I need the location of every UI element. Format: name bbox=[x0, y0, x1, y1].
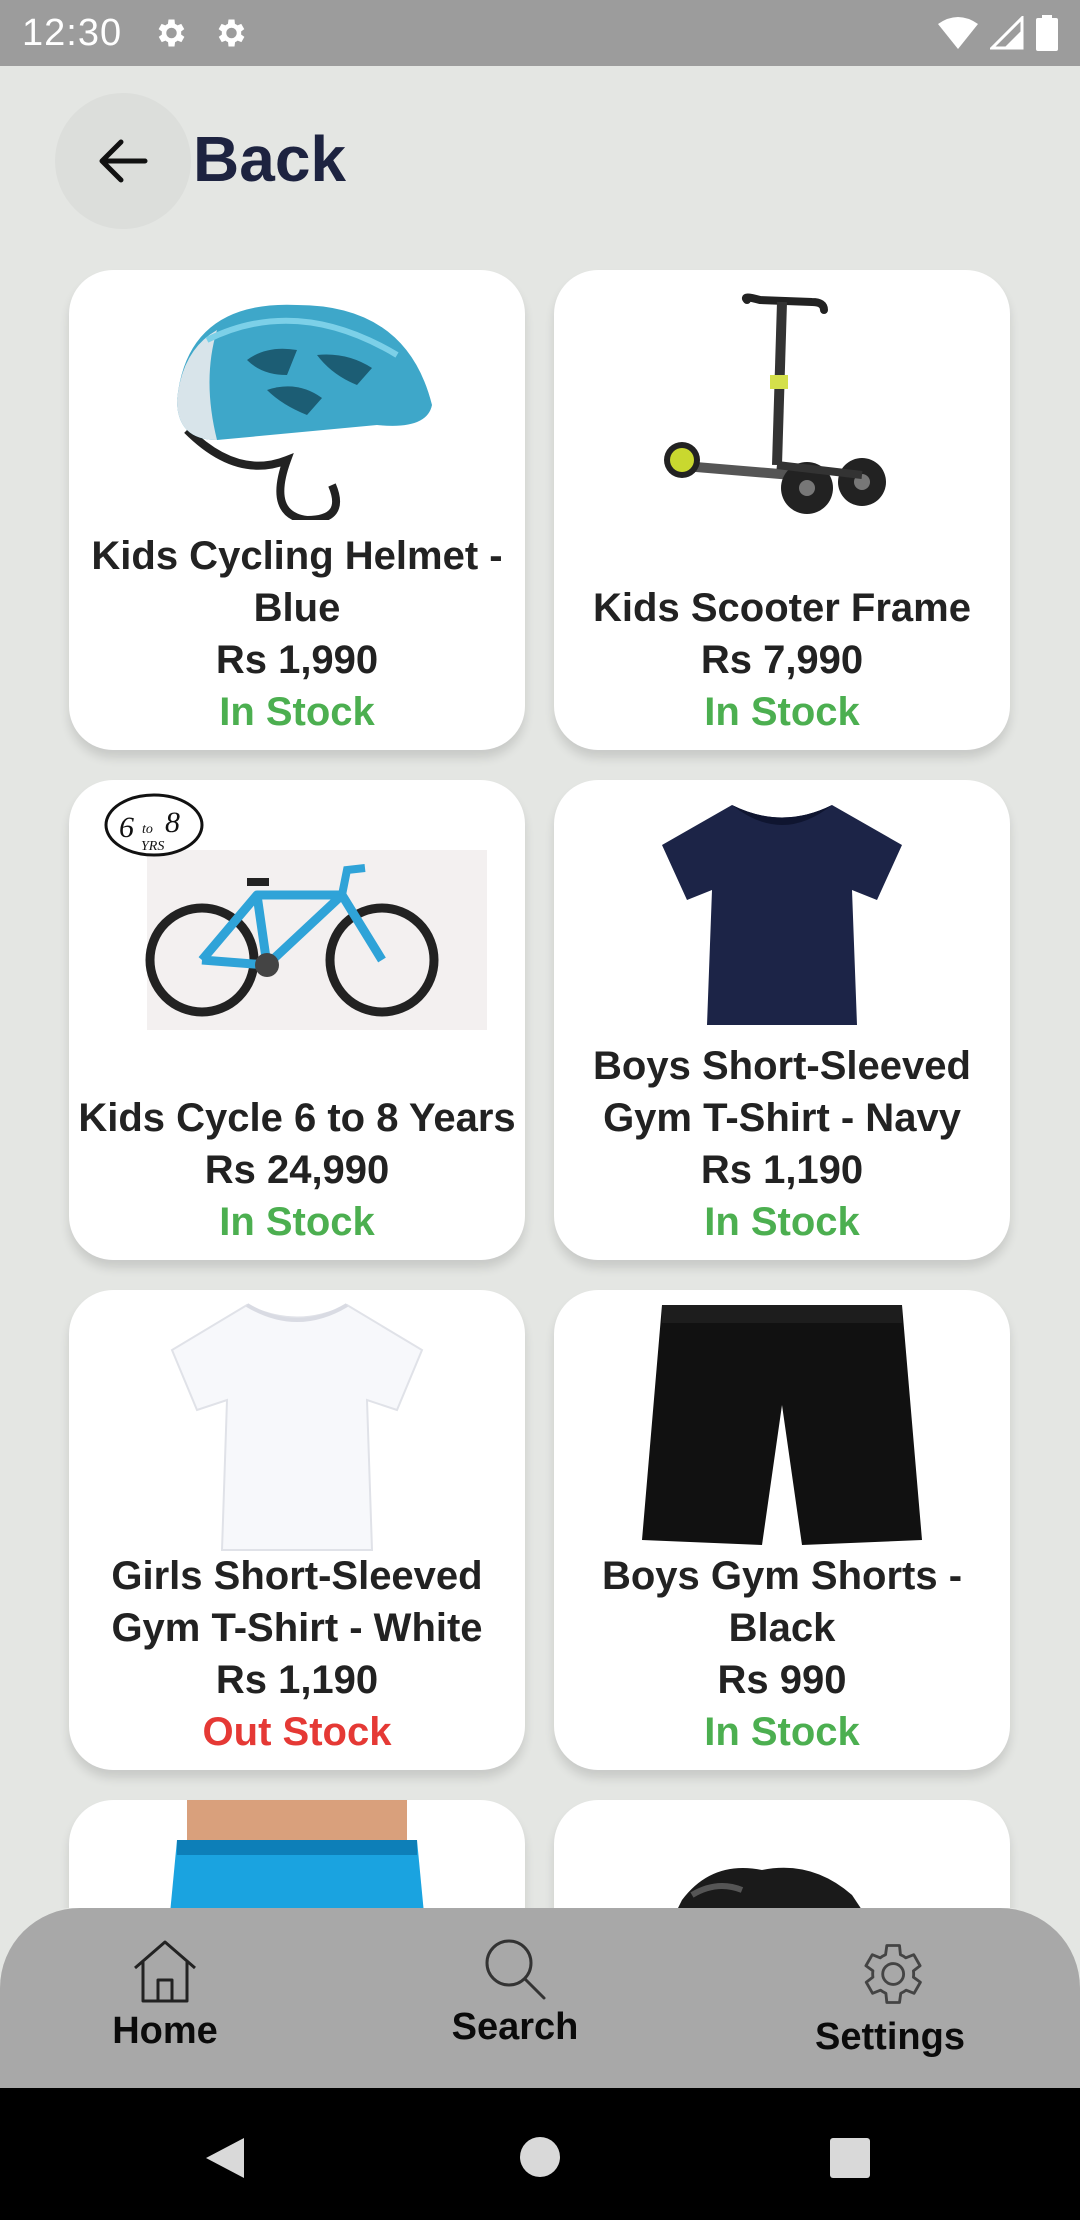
product-name: Girls Short-Sleeved Gym T-Shirt - White bbox=[111, 1554, 483, 1650]
product-info: Girls Short-Sleeved Gym T-Shirt - White … bbox=[69, 1550, 525, 1758]
product-info: Kids Cycle 6 to 8 Years Rs 24,990 In Sto… bbox=[69, 1092, 525, 1248]
stock-status: In Stock bbox=[704, 1710, 860, 1754]
stock-status: In Stock bbox=[704, 690, 860, 734]
product-card[interactable]: Boys Short-Sleeved Gym T-Shirt - Navy Rs… bbox=[554, 780, 1010, 1260]
product-name: Boys Gym Shorts - Black bbox=[601, 1554, 963, 1650]
product-price: Rs 1,990 bbox=[215, 638, 379, 682]
product-price: Rs 24,990 bbox=[204, 1148, 390, 1192]
product-info: Boys Gym Shorts - Black Rs 990 In Stock bbox=[554, 1550, 1010, 1758]
bicycle-icon: 6 to 8 YRS bbox=[69, 780, 525, 1040]
shorts-blue-icon bbox=[69, 1800, 525, 1908]
arrow-left-icon bbox=[99, 139, 148, 183]
product-name: Boys Short-Sleeved Gym T-Shirt - Navy bbox=[593, 1044, 971, 1140]
scooter-icon bbox=[554, 270, 1010, 530]
tshirt-white-icon bbox=[69, 1290, 525, 1560]
product-info: Kids Scooter Frame Rs 7,990 In Stock bbox=[554, 582, 1010, 738]
product-info: Boys Short-Sleeved Gym T-Shirt - Navy Rs… bbox=[554, 1040, 1010, 1248]
product-grid[interactable]: Kids Cycling Helmet - Blue Rs 1,990 In S… bbox=[0, 262, 1080, 1908]
signal-icon bbox=[990, 16, 1024, 50]
age-badge-to: to bbox=[142, 822, 153, 837]
product-price: Rs 7,990 bbox=[700, 638, 864, 682]
home-icon bbox=[134, 1940, 196, 2003]
status-right bbox=[938, 15, 1058, 51]
nav-home[interactable]: Home bbox=[105, 1908, 225, 2088]
product-name: Kids Cycling Helmet - Blue bbox=[91, 534, 503, 630]
status-bar: 12:30 bbox=[0, 0, 1080, 66]
nav-search[interactable]: Search bbox=[440, 1908, 590, 2088]
stock-status: In Stock bbox=[704, 1200, 860, 1244]
product-card[interactable]: Kids Cycling Helmet - Blue Rs 1,990 In S… bbox=[69, 270, 525, 750]
home-circle-icon[interactable] bbox=[519, 2136, 561, 2178]
nav-settings[interactable]: Settings bbox=[805, 1908, 975, 2088]
bottom-navigation: Home Search Settings bbox=[0, 1908, 1080, 2088]
product-price: Rs 990 bbox=[717, 1658, 847, 1702]
helmet-icon bbox=[69, 270, 525, 530]
wifi-icon bbox=[938, 17, 978, 49]
gear-icon bbox=[864, 1944, 922, 2004]
product-price: Rs 1,190 bbox=[215, 1658, 379, 1702]
age-badge-unit: YRS bbox=[141, 839, 164, 854]
product-card[interactable] bbox=[69, 1800, 525, 1908]
age-badge-number2: 8 bbox=[165, 806, 180, 839]
app-screen: 12:30 Back Kids Cycling Helmet - Blue Rs… bbox=[0, 0, 1080, 2220]
tshirt-navy-icon bbox=[554, 780, 1010, 1040]
page-title[interactable]: Back bbox=[193, 118, 346, 200]
product-card[interactable]: 6 to 8 YRS Kids Cycle 6 to 8 Years Rs 24… bbox=[69, 780, 525, 1260]
product-price: Rs 1,190 bbox=[700, 1148, 864, 1192]
search-icon bbox=[485, 1939, 546, 2000]
nav-home-label: Home bbox=[112, 2010, 218, 2052]
nav-settings-label: Settings bbox=[815, 2016, 965, 2058]
gear-icon bbox=[158, 19, 185, 47]
product-name: Kids Scooter Frame bbox=[593, 586, 971, 630]
recents-square-icon[interactable] bbox=[829, 2137, 871, 2179]
back-button[interactable] bbox=[55, 93, 191, 229]
stock-status: In Stock bbox=[219, 1200, 375, 1244]
system-navigation-bar bbox=[0, 2088, 1080, 2220]
product-name: Kids Cycle 6 to 8 Years bbox=[78, 1096, 516, 1140]
product-info: Kids Cycling Helmet - Blue Rs 1,990 In S… bbox=[69, 530, 525, 738]
age-badge-number: 6 bbox=[119, 811, 134, 844]
gear-icon bbox=[218, 19, 245, 47]
shorts-black-icon bbox=[554, 1290, 1010, 1560]
back-triangle-icon[interactable] bbox=[204, 2136, 246, 2180]
battery-icon bbox=[1036, 15, 1058, 51]
product-card[interactable] bbox=[554, 1800, 1010, 1908]
stock-status: In Stock bbox=[219, 690, 375, 734]
product-card[interactable]: Kids Scooter Frame Rs 7,990 In Stock bbox=[554, 270, 1010, 750]
status-time: 12:30 bbox=[22, 11, 123, 54]
nav-search-label: Search bbox=[451, 2006, 579, 2048]
stock-status: Out Stock bbox=[202, 1710, 392, 1754]
product-card[interactable]: Boys Gym Shorts - Black Rs 990 In Stock bbox=[554, 1290, 1010, 1770]
product-card[interactable]: Girls Short-Sleeved Gym T-Shirt - White … bbox=[69, 1290, 525, 1770]
shoe-icon bbox=[554, 1800, 1010, 1908]
